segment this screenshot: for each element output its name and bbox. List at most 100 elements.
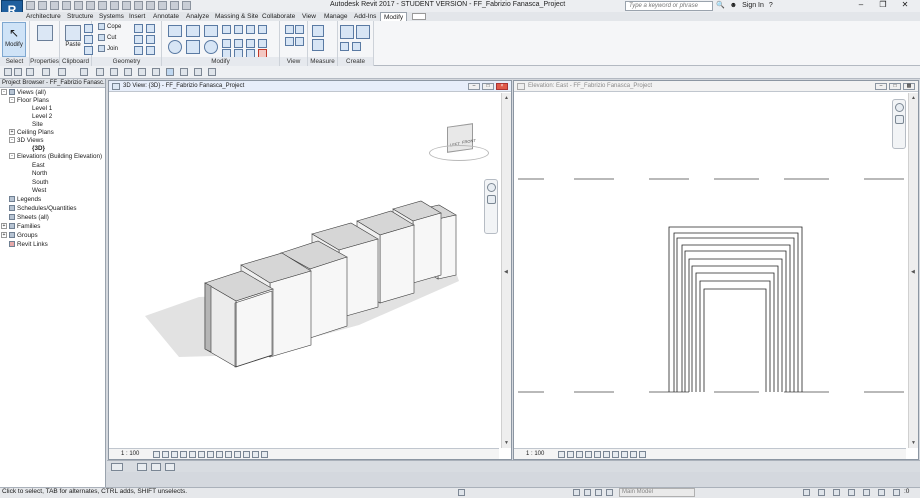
elevation-canvas[interactable] [514,93,908,448]
beam-join-icon[interactable] [134,46,143,55]
thin-lines-icon[interactable] [166,68,174,76]
tab-manage[interactable]: Manage [324,12,348,21]
design-options-icon[interactable] [458,489,465,496]
tree-legends[interactable]: Legends [1,196,41,204]
rotate-icon[interactable] [204,40,218,54]
reveal-hidden-icon[interactable] [621,451,628,458]
close-views-icon[interactable] [165,463,175,471]
tree-ceiling-plans[interactable]: + Ceiling Plans [9,129,54,137]
unlocked-3d-icon[interactable] [216,451,223,458]
tree-south[interactable]: South [32,179,48,187]
override-graphics-icon[interactable] [295,25,304,34]
tree-revit-links[interactable]: Revit Links [1,241,48,249]
demolish-icon[interactable] [146,35,155,44]
search-icon[interactable]: 🔍 [716,1,725,9]
paste-button[interactable]: Paste [62,23,84,55]
reveal-hidden-icon[interactable] [234,451,241,458]
collapse-icon[interactable]: - [9,97,15,104]
tab-add-ins[interactable]: Add-Ins [354,12,376,21]
worksets-icon[interactable] [573,489,580,496]
tab-collaborate[interactable]: Collaborate [262,12,295,21]
section-icon[interactable] [152,68,160,76]
switch-windows-icon[interactable] [194,68,202,76]
workset-dropdown[interactable]: Main Model [619,488,695,497]
background-process-icon[interactable] [878,489,885,496]
paint-icon[interactable] [146,24,155,33]
tile-windows-icon[interactable] [111,463,123,471]
temp-hide-icon[interactable] [612,451,619,458]
panel-label-select[interactable]: Select [0,57,29,66]
view-scale[interactable]: 1 : 100 [121,449,139,460]
align-icon[interactable] [168,25,182,37]
tree-west[interactable]: West [32,187,46,195]
tab-structure[interactable]: Structure [67,12,93,21]
tree-sheets[interactable]: Sheets (all) [1,214,49,222]
cascade-icon[interactable] [137,463,147,471]
viewcube-compass-ring[interactable] [429,145,489,161]
viewcube[interactable]: LEFT FRONT [427,121,493,167]
copy-element-icon[interactable] [186,40,200,54]
tree-north[interactable]: North [32,170,47,178]
sync-icon[interactable] [50,1,59,10]
tab-architecture[interactable]: Architecture [26,12,61,21]
close-hidden-icon[interactable] [158,1,167,10]
unpin-icon[interactable] [258,39,267,48]
visual-style-icon[interactable] [567,451,574,458]
save-icon[interactable] [14,68,22,76]
worksharing-icon[interactable] [243,451,250,458]
zoom-icon[interactable] [486,195,496,204]
save-icon[interactable] [38,1,47,10]
remove-paint-icon[interactable] [146,46,155,55]
tab-annotate[interactable]: Annotate [153,12,179,21]
customize-qat-icon[interactable] [182,1,191,10]
ribbon-minimize-toggle[interactable] [412,13,426,20]
tree-level-2[interactable]: Level 2 [32,113,52,121]
tab-massing-site[interactable]: Massing & Site [215,12,258,21]
sync-icon[interactable] [26,68,34,76]
elevation-east-window[interactable]: Elevation: East - FF_Fabrizio Fanasca_Pr… [513,80,919,460]
tab-analyze[interactable]: Analyze [186,12,209,21]
temp-hide-icon[interactable] [225,451,232,458]
measure-icon[interactable] [98,1,107,10]
active-only-icon[interactable] [595,489,602,496]
undo-icon[interactable] [42,68,50,76]
hide-in-view-icon[interactable] [285,25,294,34]
view-3d-vertical-scrollbar[interactable]: ▲ ◀ ▼ [501,93,511,448]
steering-wheel-icon[interactable] [486,183,496,192]
split-icon[interactable] [234,25,243,34]
collapse-icon[interactable]: - [9,137,15,144]
view-minimize-icon[interactable]: – [875,83,887,90]
create-group-icon[interactable] [340,42,349,51]
open-icon[interactable] [4,68,12,76]
aligned-dimension-icon[interactable] [312,39,324,51]
search-input[interactable]: Type a keyword or phrase [625,1,713,11]
offset-icon[interactable] [186,25,200,37]
tab-systems[interactable]: Systems [99,12,124,21]
select-pinned-icon[interactable] [833,489,840,496]
linework-icon[interactable] [285,37,294,46]
mirror-axis-icon[interactable] [204,25,218,37]
redo-icon[interactable] [74,1,83,10]
tree-3d-default[interactable]: {3D} [32,145,45,153]
create-parts-icon[interactable] [356,25,370,39]
crop-view-icon[interactable] [198,451,205,458]
tree-floor-plans[interactable]: - Floor Plans [9,97,49,105]
modify-button[interactable]: ↖ Modify [2,22,26,57]
array-icon[interactable] [234,39,243,48]
exclude-options-icon[interactable] [606,489,613,496]
view-close-icon[interactable]: × [496,83,508,90]
view-3d-window[interactable]: 3D View: {3D} - FF_Fabrizio Fanasca_Proj… [108,80,512,460]
create-assembly-icon[interactable] [340,25,354,39]
print-icon[interactable] [80,68,88,76]
text-icon[interactable] [124,68,132,76]
elevation-vertical-scrollbar[interactable]: ▲ ◀ ▼ [908,93,918,448]
undo-icon[interactable] [62,1,71,10]
create-similar-icon[interactable] [352,42,361,51]
tab-insert[interactable]: Insert [129,12,145,21]
close-icon[interactable]: ✕ [894,0,916,11]
measure-distance-icon[interactable] [312,25,324,37]
properties-button[interactable] [34,23,56,55]
analytical-model-icon[interactable] [639,451,646,458]
detail-level-icon[interactable] [153,451,160,458]
minimize-icon[interactable]: – [850,0,872,11]
